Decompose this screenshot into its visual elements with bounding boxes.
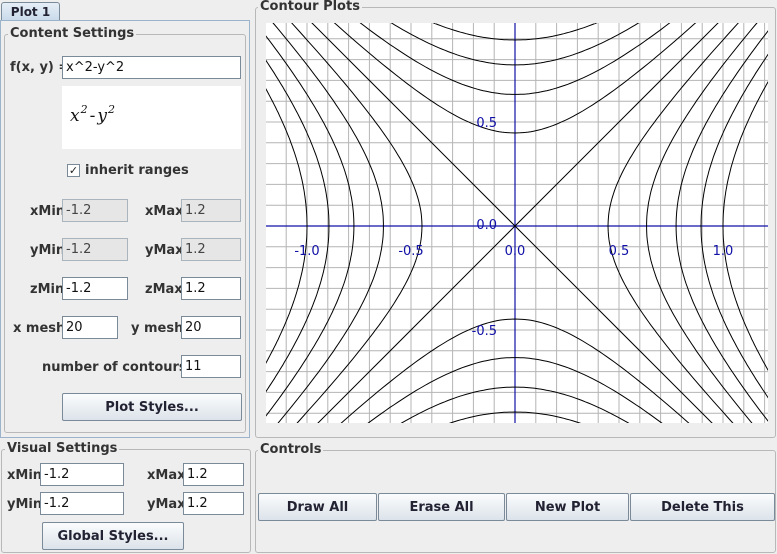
content-xmin-field[interactable]: -1.2 bbox=[62, 199, 128, 222]
y-tick-label: 0.0 bbox=[476, 218, 497, 233]
zmax-field[interactable]: 1.2 bbox=[181, 277, 241, 300]
formula-x-exponent: 2 bbox=[80, 103, 88, 116]
formula-minus: - bbox=[89, 106, 96, 126]
contour-line bbox=[317, 23, 719, 423]
visual-xmin-label: xMin bbox=[7, 468, 43, 483]
formula-y-exponent: 2 bbox=[107, 103, 115, 116]
visual-xmax-label: xMax bbox=[147, 468, 186, 483]
y-tick-label: 0.5 bbox=[476, 116, 497, 131]
x-tick-label: -0.5 bbox=[398, 244, 423, 259]
controls-title: Controls bbox=[258, 442, 324, 457]
xmesh-label: x mesh bbox=[13, 321, 66, 336]
content-ymax-label: yMax bbox=[145, 243, 184, 258]
ymesh-field[interactable]: 20 bbox=[181, 316, 241, 339]
global-styles-button[interactable]: Global Styles... bbox=[42, 522, 184, 550]
contour-plot[interactable]: -1.0-0.50.00.51.01.00.5-0.5-1.00.0 bbox=[266, 23, 768, 423]
visual-settings-title: Visual Settings bbox=[5, 441, 120, 456]
contour-line bbox=[291, 23, 423, 423]
content-ymin-field[interactable]: -1.2 bbox=[62, 238, 128, 261]
content-settings-title: Content Settings bbox=[8, 26, 137, 41]
contours-label: number of contours bbox=[42, 360, 187, 375]
contours-field[interactable]: 11 bbox=[181, 355, 241, 378]
content-ymin-label: yMin bbox=[30, 243, 66, 258]
content-xmin-label: xMin bbox=[30, 204, 66, 219]
grid-layer bbox=[266, 23, 768, 423]
content-xmax-label: xMax bbox=[145, 204, 184, 219]
delete-this-button[interactable]: Delete This bbox=[630, 493, 775, 521]
visual-ymin-field[interactable]: -1.2 bbox=[40, 492, 124, 515]
xmesh-field[interactable]: 20 bbox=[62, 316, 118, 339]
contour-plot-area[interactable]: -1.0-0.50.00.51.01.00.5-0.5-1.00.0 bbox=[266, 23, 768, 423]
contour-line bbox=[675, 30, 768, 422]
draw-all-button[interactable]: Draw All bbox=[258, 493, 377, 521]
visual-xmax-field[interactable]: 1.2 bbox=[183, 463, 244, 486]
tick-label-layer: -1.0-0.50.00.51.01.00.5-0.5-1.00.0 bbox=[294, 23, 734, 339]
function-label: f(x, y) = bbox=[10, 60, 70, 75]
contour-line bbox=[311, 23, 713, 423]
formula-x: x bbox=[70, 106, 80, 126]
tab-plot-1[interactable]: Plot 1 bbox=[1, 2, 60, 21]
y-tick-label: 1.0 bbox=[476, 23, 497, 27]
visual-xmin-field[interactable]: -1.2 bbox=[40, 463, 124, 486]
formula-preview: x2- y2 bbox=[62, 86, 241, 149]
formula-text: x2- y2 bbox=[70, 103, 115, 126]
contour-line bbox=[266, 35, 355, 417]
visual-ymin-label: yMin bbox=[7, 497, 43, 512]
visual-ymax-field[interactable]: 1.2 bbox=[183, 492, 244, 515]
content-ymax-field[interactable]: 1.2 bbox=[181, 238, 241, 261]
axis-layer bbox=[266, 23, 768, 423]
ymesh-label: y mesh bbox=[131, 321, 184, 336]
formula-y: y bbox=[97, 106, 107, 126]
zmin-field[interactable]: -1.2 bbox=[62, 277, 128, 300]
zmax-label: zMax bbox=[145, 282, 183, 297]
x-tick-label: 0.5 bbox=[609, 244, 630, 259]
visual-ymax-label: yMax bbox=[147, 497, 186, 512]
x-tick-label: 1.0 bbox=[713, 244, 734, 259]
inherit-ranges-checkbox[interactable]: ✓ bbox=[67, 164, 80, 177]
contour-layer bbox=[266, 23, 768, 423]
function-input[interactable]: x^2-y^2 bbox=[62, 56, 241, 79]
content-xmax-field[interactable]: 1.2 bbox=[181, 199, 241, 222]
y-tick-label: -0.5 bbox=[472, 324, 497, 339]
new-plot-button[interactable]: New Plot bbox=[506, 493, 629, 521]
zmin-label: zMin bbox=[30, 282, 65, 297]
x-tick-label: -1.0 bbox=[294, 244, 319, 259]
inherit-ranges-label: inherit ranges bbox=[85, 163, 189, 178]
contour-plots-title: Contour Plots bbox=[258, 0, 362, 14]
x-tick-label: 0.0 bbox=[505, 244, 526, 259]
plot-styles-button[interactable]: Plot Styles... bbox=[62, 393, 242, 421]
erase-all-button[interactable]: Erase All bbox=[378, 493, 505, 521]
